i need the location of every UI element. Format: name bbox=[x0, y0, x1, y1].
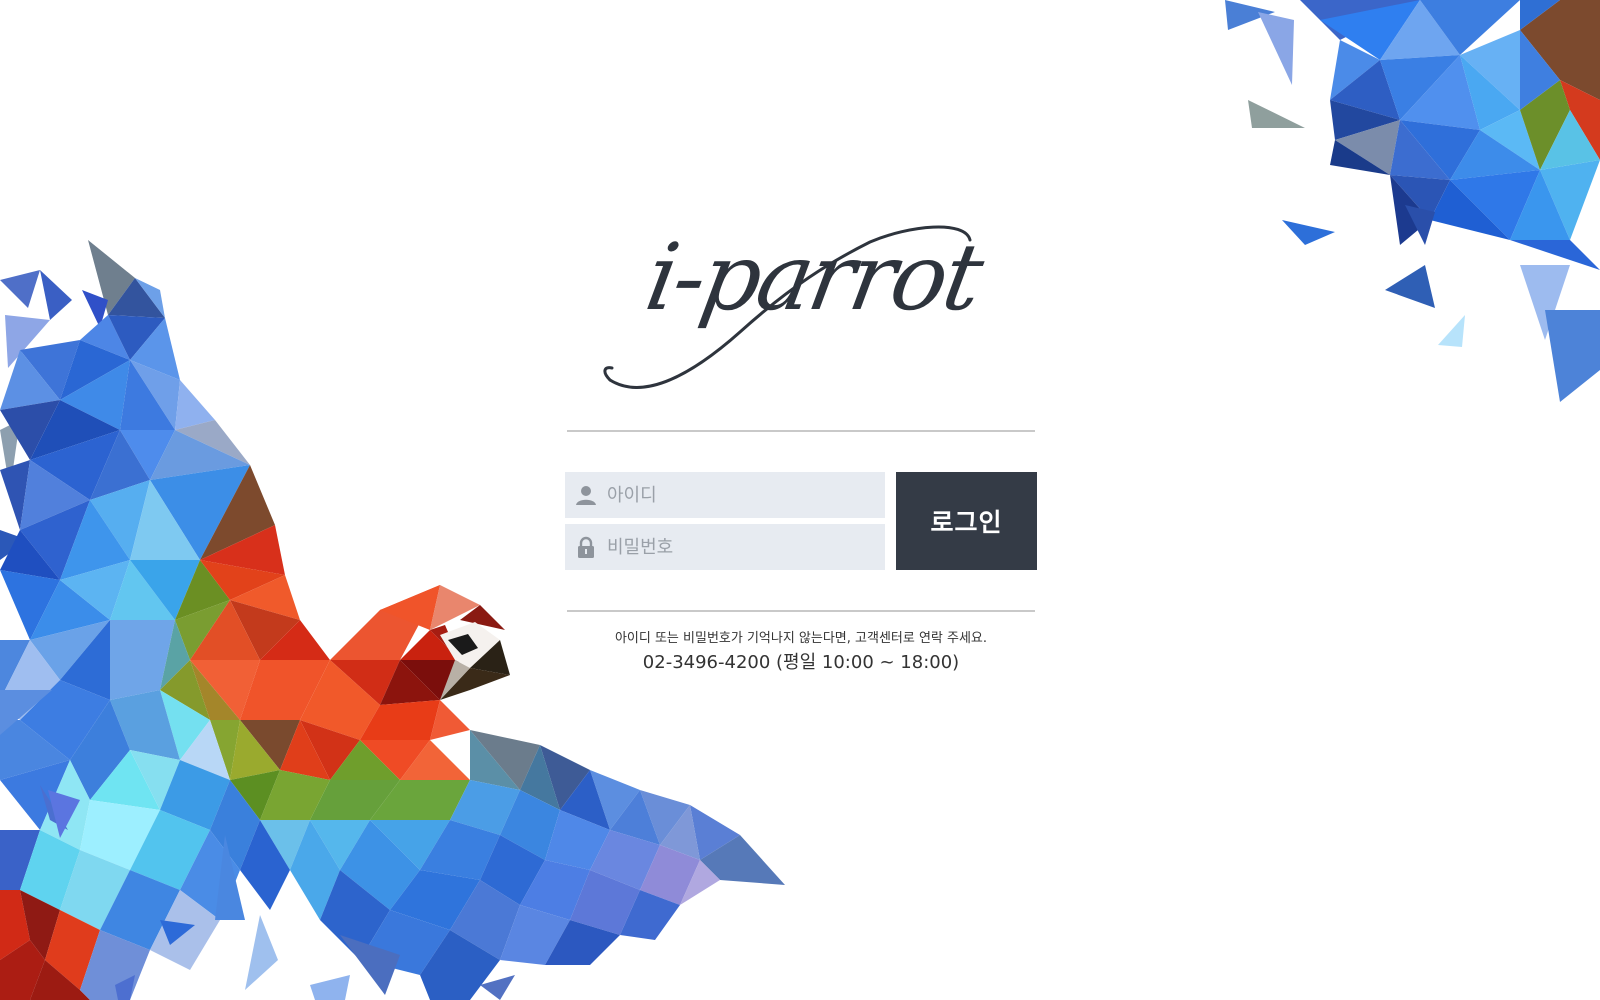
logo-text: i-parrot bbox=[638, 224, 989, 331]
lock-icon bbox=[573, 534, 599, 560]
bottom-divider bbox=[567, 610, 1035, 612]
password-field[interactable] bbox=[565, 524, 885, 570]
top-right-crystal-cluster bbox=[1225, 0, 1600, 402]
login-button[interactable]: 로그인 bbox=[896, 472, 1037, 570]
password-input[interactable] bbox=[607, 527, 867, 567]
support-phone: 02-3496-4200 (평일 10:00 ~ 18:00) bbox=[642, 652, 960, 673]
help-message: 아이디 또는 비밀번호가 기억나지 않는다면, 고객센터로 연락 주세요. bbox=[614, 631, 988, 646]
user-icon bbox=[573, 482, 599, 508]
login-form: 로그인 bbox=[565, 472, 1037, 570]
i-parrot-logo: i-parrot bbox=[600, 222, 1000, 402]
id-input[interactable] bbox=[607, 475, 867, 515]
top-divider bbox=[567, 430, 1035, 432]
id-field[interactable] bbox=[565, 472, 885, 518]
login-page: i-parrot 로그인 아이디 또는 비밀 bbox=[0, 0, 1600, 1000]
